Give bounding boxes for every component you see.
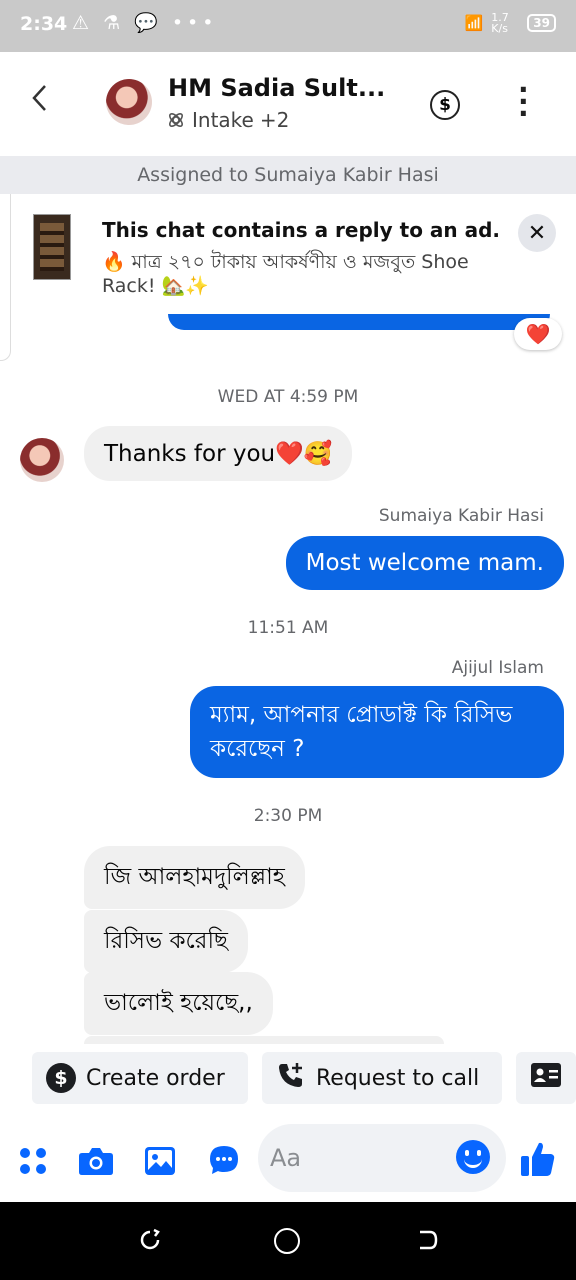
sender-avatar[interactable] <box>20 438 64 482</box>
label-name: Intake <box>192 108 254 132</box>
ad-reply-banner: This chat contains a reply to an ad. 🔥 ম… <box>0 194 576 314</box>
close-icon[interactable]: ✕ <box>518 214 556 252</box>
system-nav-bar <box>0 1202 576 1280</box>
outgoing-message[interactable]: ম্যাম, আপনার প্রোডাক্ট কি রিসিভ করেছেন ? <box>190 686 564 778</box>
incoming-message[interactable]: ভালোই হয়েছে,, <box>84 972 273 1035</box>
contact-name[interactable]: HM Sadia Sult... <box>168 74 385 102</box>
outgoing-message[interactable]: Most welcome mam. <box>285 536 564 590</box>
previous-message-bubble[interactable] <box>168 314 550 330</box>
ad-thumbnail[interactable] <box>33 214 71 280</box>
ad-banner-description: 🔥 মাত্র ২৭০ টাকায় আকর্ষণীয় ও মজবুত Sho… <box>102 251 469 297</box>
thumbs-up-icon[interactable] <box>520 1140 556 1182</box>
incoming-message[interactable]: রিসিভ করেছি <box>84 910 248 973</box>
camera-icon[interactable] <box>78 1146 114 1180</box>
assigned-banner: Assigned to Sumaiya Kabir Hasi <box>0 156 576 194</box>
request-call-label: Request to call <box>316 1065 480 1091</box>
status-time: 2:34 <box>20 13 68 35</box>
ad-banner-title: This chat contains a reply to an ad. <box>102 218 500 242</box>
emoji-icon[interactable] <box>456 1140 490 1174</box>
create-order-button[interactable]: $ Create order <box>32 1052 248 1104</box>
contact-avatar[interactable] <box>106 79 152 125</box>
battery-icon: 39 <box>527 14 556 32</box>
notification-icons: ⚠ ⚗ 💬 ••• <box>72 12 218 34</box>
dollar-icon: $ <box>46 1063 76 1093</box>
timestamp: 2:30 PM <box>253 806 323 826</box>
request-call-button[interactable]: Request to call <box>262 1052 502 1104</box>
more-options-icon[interactable]: · · · <box>518 76 529 128</box>
divider <box>0 194 11 361</box>
status-bar: 2:34 ⚠ ⚗ 💬 ••• 📶 1.7 K/s 39 <box>0 0 576 52</box>
home-icon[interactable] <box>274 1228 300 1254</box>
gallery-icon[interactable] <box>144 1146 176 1180</box>
status-right: 📶 1.7 K/s 39 <box>465 12 556 34</box>
incoming-message[interactable]: Thanks for you❤️🥰 <box>84 426 353 481</box>
phone-add-icon <box>276 1060 306 1096</box>
contact-card-icon <box>530 1062 562 1094</box>
messenger-icon[interactable] <box>208 1144 240 1180</box>
wifi-icon: 📶 <box>464 14 484 32</box>
recent-apps-icon[interactable] <box>138 1228 162 1252</box>
chat-header: HM Sadia Sult... Intake +2 $ · · · <box>0 52 576 156</box>
network-speed: 1.7 K/s <box>491 11 509 35</box>
incoming-message[interactable]: জি আলহামদুলিল্লাহ <box>84 846 305 909</box>
message-composer: Aa <box>0 1110 576 1202</box>
message-input[interactable]: Aa <box>258 1124 506 1192</box>
timestamp: WED AT 4:59 PM <box>217 387 359 407</box>
incoming-message[interactable] <box>84 1036 444 1044</box>
more-apps-icon[interactable] <box>18 1146 48 1180</box>
back-nav-icon[interactable] <box>414 1228 438 1252</box>
create-order-label: Create order <box>86 1065 225 1091</box>
payment-icon[interactable]: $ <box>430 90 460 120</box>
contact-card-button[interactable] <box>516 1052 576 1104</box>
contact-labels[interactable]: Intake +2 <box>166 108 289 132</box>
message-input-placeholder: Aa <box>270 1144 302 1172</box>
back-arrow-icon[interactable] <box>30 82 50 122</box>
timestamp: 11:51 AM <box>247 618 329 638</box>
label-extra-count: +2 <box>259 108 290 132</box>
label-icon <box>169 113 183 127</box>
sender-name: Ajijul Islam <box>451 658 544 678</box>
sender-name: Sumaiya Kabir Hasi <box>378 506 544 526</box>
heart-reaction-icon[interactable]: ❤️ <box>514 318 562 350</box>
